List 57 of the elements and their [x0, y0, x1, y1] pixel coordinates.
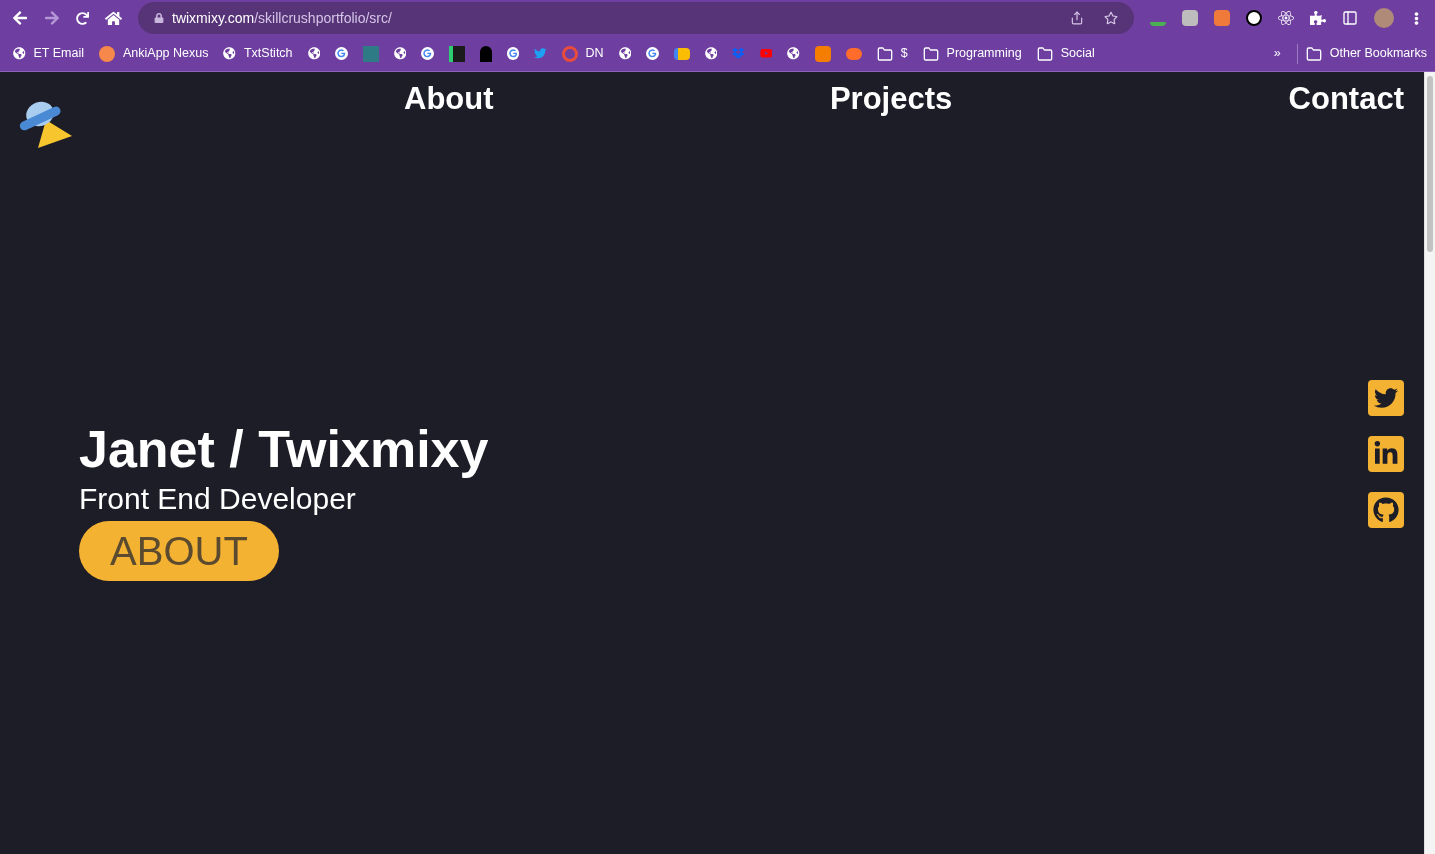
bookmark[interactable]: TxtStitch	[223, 41, 293, 66]
bookmark[interactable]: DN	[561, 41, 604, 66]
site-icon	[646, 47, 659, 60]
folder-icon	[1036, 45, 1053, 62]
bookmarks-overflow[interactable]: »	[1265, 44, 1289, 63]
bookmark-folder[interactable]: Programming	[922, 41, 1022, 66]
nav-link[interactable]: Contact	[1288, 76, 1404, 123]
in-logo-icon[interactable]	[1368, 436, 1404, 472]
atom-extension-icon[interactable]	[1278, 10, 1294, 26]
share-icon[interactable]	[1070, 11, 1084, 25]
site-icon	[421, 47, 434, 60]
hero-subtitle: Front End Developer	[79, 481, 356, 517]
site-icon	[448, 45, 465, 62]
site-icon	[561, 45, 578, 62]
bookmark-folder[interactable]: Social	[1036, 41, 1095, 66]
scrollbar[interactable]	[1424, 72, 1435, 854]
site-icon	[787, 47, 800, 60]
site-icon	[732, 47, 745, 60]
site-icon	[393, 47, 407, 60]
site-icon	[704, 47, 718, 60]
nav-link[interactable]: About	[404, 76, 494, 123]
forward-icon[interactable]	[44, 10, 60, 26]
bookmark[interactable]: AnkiApp Nexus	[99, 41, 209, 66]
lock-icon	[154, 13, 164, 23]
folder-icon	[922, 45, 939, 62]
folder-icon	[876, 45, 893, 62]
about-button[interactable]: ABOUT	[79, 521, 279, 581]
extensions-icon[interactable]	[1310, 10, 1326, 26]
home-icon[interactable]	[105, 9, 122, 27]
site-icon	[618, 47, 632, 60]
back-icon[interactable]	[12, 10, 28, 26]
bookmark-folder[interactable]: $	[876, 41, 908, 66]
site-icon	[534, 47, 547, 60]
nav-link[interactable]: Projects	[829, 76, 953, 123]
octocat-icon[interactable]	[1368, 492, 1404, 528]
bookmark[interactable]: ET Email	[13, 41, 84, 66]
site-icon	[814, 45, 831, 62]
site-icon	[845, 47, 862, 60]
site-icon	[335, 47, 348, 60]
site-icon	[759, 47, 773, 60]
site-icon	[99, 45, 115, 62]
reload-icon[interactable]	[76, 11, 89, 25]
site-icon	[13, 47, 26, 60]
site-icon	[307, 47, 321, 60]
star-icon[interactable]	[1104, 11, 1118, 25]
url-text: twixmixy.com/skillcrushportfolio/src/	[172, 8, 392, 28]
site-icon	[506, 47, 520, 60]
site-icon	[479, 45, 492, 62]
folder-icon	[1305, 45, 1322, 62]
site-icon	[673, 47, 690, 60]
bookmark-folder[interactable]: Other Bookmarks	[1305, 44, 1427, 63]
bird-icon[interactable]	[1368, 380, 1404, 416]
side-panel-icon[interactable]	[1342, 10, 1358, 26]
address-bar[interactable]: twixmixy.com/skillcrushportfolio/src/	[138, 2, 1134, 34]
site-icon	[362, 45, 379, 62]
site-icon	[223, 47, 236, 60]
hero-name: Janet / Twixmixy	[79, 419, 489, 480]
